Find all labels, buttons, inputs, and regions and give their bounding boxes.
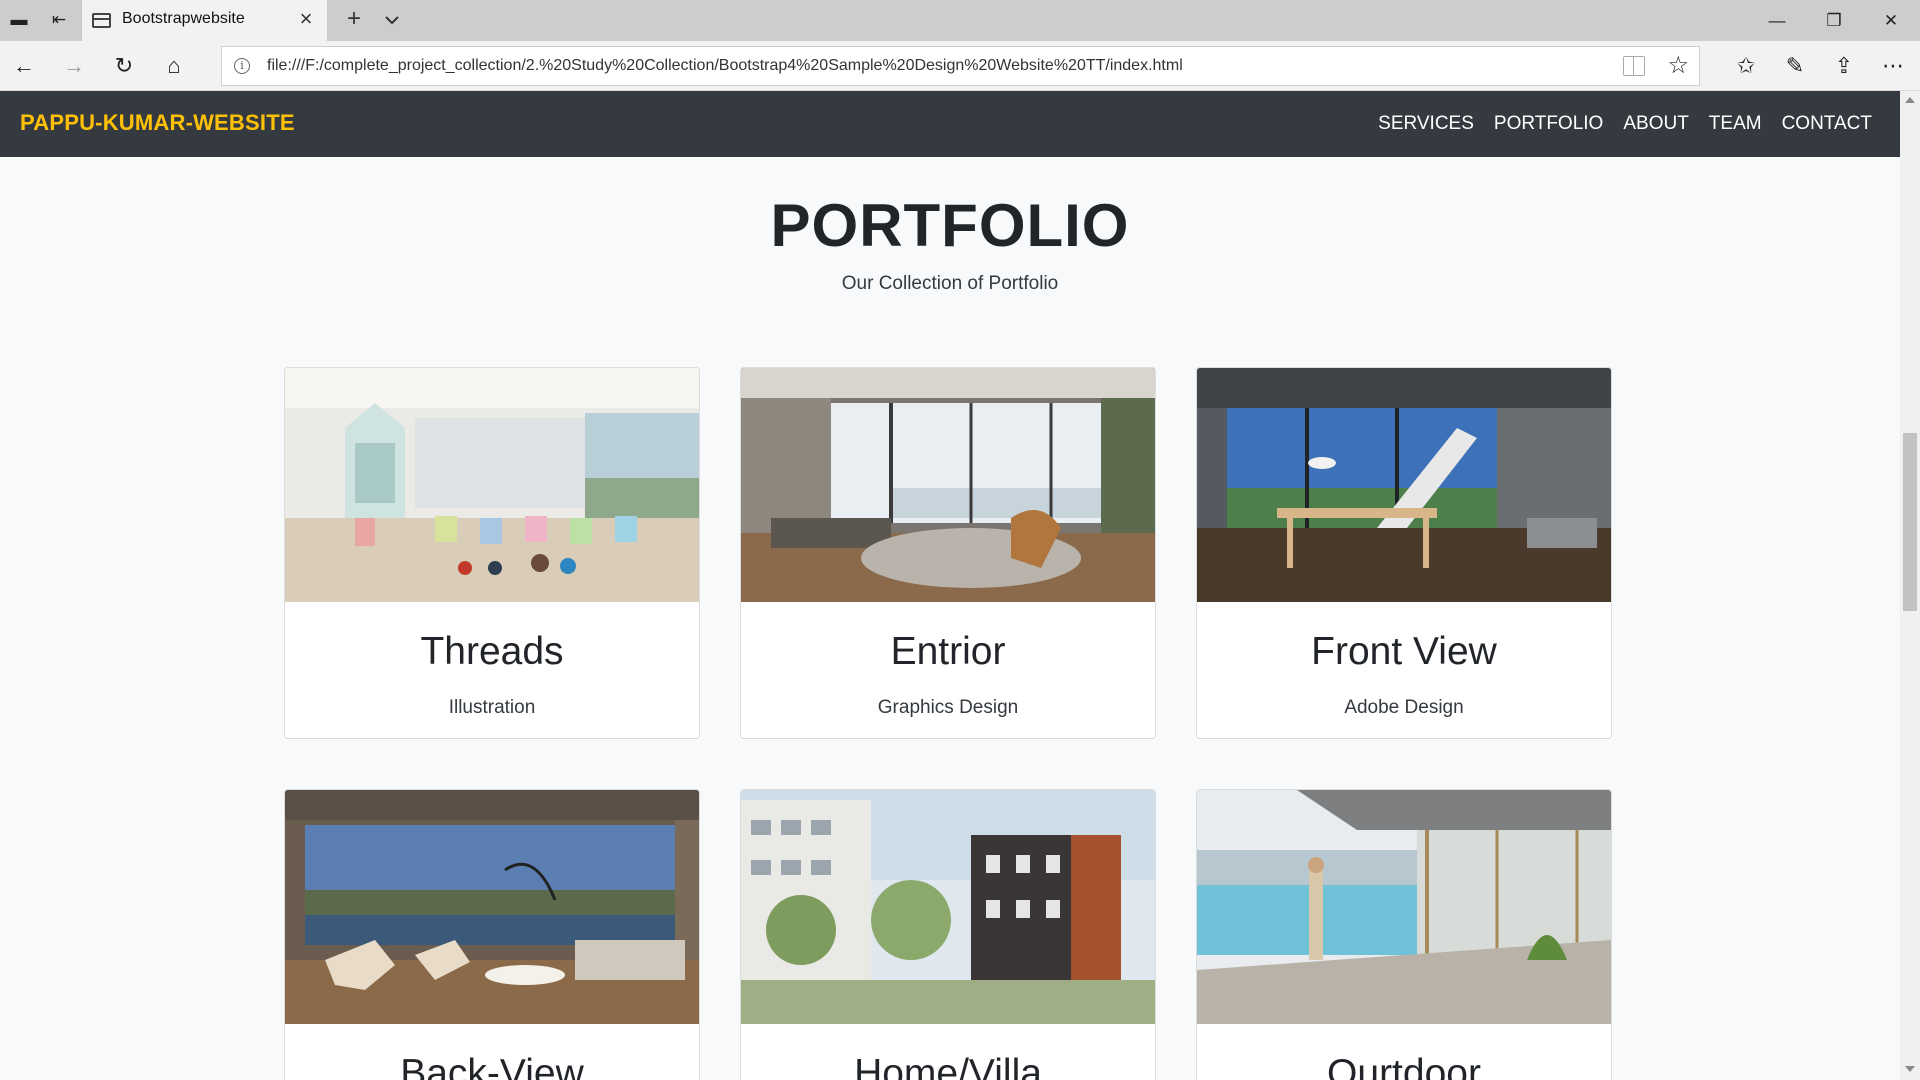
portfolio-subheading: Our Collection of Portfolio xyxy=(841,273,1059,294)
card-title: Back-View xyxy=(400,1052,584,1080)
scroll-down-arrow-icon[interactable] xyxy=(1905,1066,1915,1072)
card-subtitle: Graphics Design xyxy=(877,697,1019,718)
card-title: Ourtdoor xyxy=(1327,1052,1481,1080)
dining-room-interior-image xyxy=(1197,368,1611,602)
favorites-list-icon[interactable]: ✩ xyxy=(1731,51,1761,81)
portfolio-card-entrior[interactable]: Entrior Graphics Design xyxy=(740,367,1156,739)
card-title: Entrior xyxy=(890,630,1006,673)
page-viewport: PAPPU-KUMAR-WEBSITE SERVICES PORTFOLIO A… xyxy=(0,91,1900,1080)
browser-tab-bar: ▬ ⇤ Bootstrapwebsite × + — ❐ ✕ xyxy=(0,0,1920,41)
set-tabs-aside-icon[interactable]: ⇤ xyxy=(46,8,72,32)
refresh-icon[interactable]: ↻ xyxy=(110,52,138,80)
close-tab-icon[interactable]: × xyxy=(295,8,317,30)
page-favicon-icon xyxy=(92,13,111,28)
url-text[interactable]: file:///F:/complete_project_collection/2… xyxy=(267,57,1183,75)
nav-menu: SERVICES PORTFOLIO ABOUT TEAM CONTACT xyxy=(1358,91,1872,157)
new-tab-icon[interactable]: + xyxy=(340,6,368,34)
home-icon[interactable]: ⌂ xyxy=(160,52,188,80)
card-title: Threads xyxy=(420,630,564,673)
card-title: Home/Villa xyxy=(854,1052,1042,1080)
site-info-icon[interactable]: i xyxy=(234,58,250,74)
close-window-icon[interactable]: ✕ xyxy=(1863,0,1919,41)
site-navbar: PAPPU-KUMAR-WEBSITE SERVICES PORTFOLIO A… xyxy=(0,91,1900,157)
portfolio-card-outdoor[interactable]: Ourtdoor xyxy=(1196,789,1612,1080)
tab-actions-icon[interactable]: ▬ xyxy=(6,8,32,32)
share-icon[interactable]: ⇪ xyxy=(1829,51,1859,81)
site-brand-link[interactable]: PAPPU-KUMAR-WEBSITE xyxy=(20,110,295,136)
balcony-lake-view-image xyxy=(1197,790,1611,1024)
favorite-star-icon[interactable]: ☆ xyxy=(1667,52,1689,80)
nav-link-services[interactable]: SERVICES xyxy=(1378,113,1474,135)
scrollbar-thumb[interactable] xyxy=(1903,433,1917,611)
card-title: Front View xyxy=(1311,630,1497,673)
kindergarten-interior-image xyxy=(285,368,699,602)
tab-title: Bootstrapwebsite xyxy=(122,10,245,27)
portfolio-card-home-villa[interactable]: Home/Villa xyxy=(740,789,1156,1080)
portfolio-card-back-view[interactable]: Back-View xyxy=(284,789,700,1080)
nav-link-contact[interactable]: CONTACT xyxy=(1782,113,1872,135)
tab-preview-chevron-icon[interactable] xyxy=(380,8,404,32)
url-field[interactable]: i file:///F:/complete_project_collection… xyxy=(221,46,1700,86)
portfolio-card-threads[interactable]: Threads Illustration xyxy=(284,367,700,739)
browser-address-bar: ← → ↻ ⌂ i file:///F:/complete_project_co… xyxy=(0,41,1920,91)
nav-link-portfolio[interactable]: PORTFOLIO xyxy=(1494,113,1603,135)
scroll-up-arrow-icon[interactable] xyxy=(1905,97,1915,103)
living-room-interior-image xyxy=(741,368,1155,602)
apartment-buildings-image xyxy=(741,790,1155,1024)
card-subtitle: Illustration xyxy=(448,697,536,718)
minimize-window-icon[interactable]: — xyxy=(1749,0,1805,41)
portfolio-heading: PORTFOLIO xyxy=(770,192,1130,259)
lounge-lake-view-image xyxy=(285,790,699,1024)
restore-window-icon[interactable]: ❐ xyxy=(1806,0,1862,41)
back-arrow-icon[interactable]: ← xyxy=(10,52,38,80)
reading-view-icon[interactable] xyxy=(1623,56,1645,76)
page-scrollbar[interactable] xyxy=(1900,91,1920,1080)
nav-link-about[interactable]: ABOUT xyxy=(1623,113,1688,135)
more-options-icon[interactable]: ⋯ xyxy=(1878,51,1908,81)
web-note-pen-icon[interactable]: ✎ xyxy=(1780,51,1810,81)
forward-arrow-icon[interactable]: → xyxy=(60,52,88,80)
browser-tab[interactable]: Bootstrapwebsite × xyxy=(82,0,327,41)
portfolio-card-front-view[interactable]: Front View Adobe Design xyxy=(1196,367,1612,739)
nav-link-team[interactable]: TEAM xyxy=(1709,113,1762,135)
card-subtitle: Adobe Design xyxy=(1344,697,1464,718)
